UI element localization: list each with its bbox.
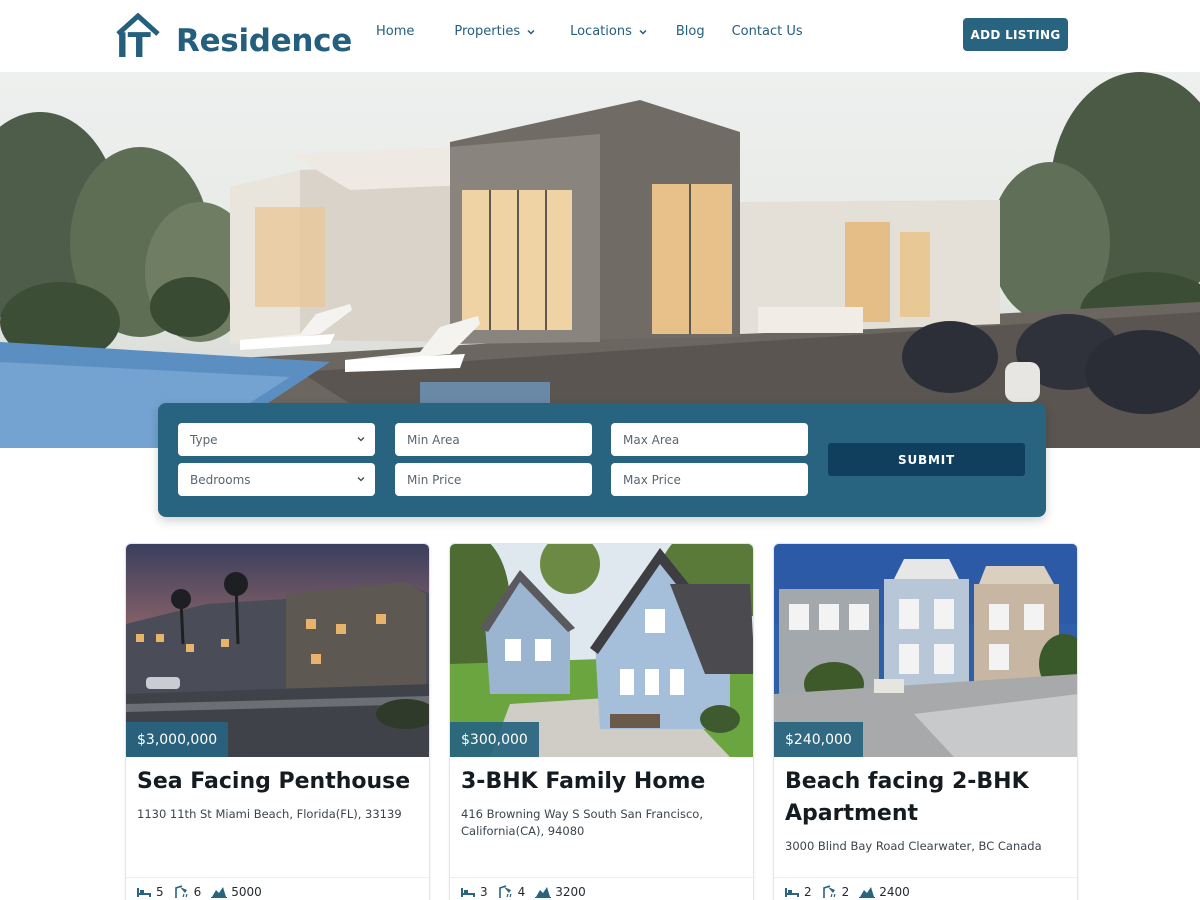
price-tag: $3,000,000 [126, 722, 229, 757]
area-chart-icon [211, 887, 228, 898]
bedrooms-select[interactable]: Bedrooms [178, 463, 375, 496]
hero-image [0, 72, 1200, 448]
listing-address: 3000 Blind Bay Road Clearwater, BC Canad… [785, 839, 1042, 853]
area-value: 5000 [231, 885, 262, 899]
chevron-down-icon [357, 437, 365, 442]
listing-photo: $300,000 [450, 544, 753, 757]
max-price-input[interactable]: Max Price [611, 463, 808, 496]
nav-item-label: Properties [454, 24, 521, 39]
listing-meta: 3 4 3200 [460, 885, 596, 899]
bed-icon [137, 888, 151, 897]
baths-count: 6 [174, 885, 202, 899]
brand-name: Residence [176, 23, 352, 59]
min-area-input[interactable]: Min Area [395, 423, 592, 456]
chevron-down-icon [357, 477, 365, 482]
area-value: 2400 [879, 885, 910, 899]
beds-count: 5 [136, 885, 164, 899]
property-search-form: Type Bedrooms Min Area Min Price Max Are… [158, 403, 1046, 517]
baths-value: 6 [193, 885, 202, 899]
price-tag: $240,000 [774, 722, 863, 757]
submit-button[interactable]: SUBMIT [828, 443, 1025, 476]
listing-address: 1130 11th St Miami Beach, Florida(FL), 3… [137, 807, 402, 821]
nav-item-label: Home [376, 24, 415, 39]
type-select[interactable]: Type [178, 423, 375, 456]
divider [774, 877, 1077, 878]
min-area-placeholder: Min Area [407, 432, 460, 447]
site-header: IT Residence Home Properties Locations B… [0, 0, 1200, 72]
nav-item-label: Contact Us [731, 24, 803, 39]
shower-icon [498, 885, 512, 898]
beds-count: 3 [460, 885, 488, 899]
nav-item-home[interactable]: Home [376, 24, 414, 39]
house-roof-icon: IT [114, 12, 164, 66]
main-nav: Home Properties Locations Blog Contact U… [376, 24, 803, 39]
logo-mark-text: IT [116, 26, 151, 66]
type-select-value: Type [190, 432, 218, 447]
add-listing-button[interactable]: ADD LISTING [963, 18, 1068, 51]
listing-meta: 5 6 5000 [136, 885, 272, 899]
listing-card[interactable]: $300,000 3-BHK Family Home 416 Browning … [449, 543, 754, 900]
listing-card[interactable]: $240,000 Beach facing 2-BHK Apartment 30… [773, 543, 1078, 900]
area-size: 5000 [211, 885, 262, 899]
chevron-down-icon [639, 29, 647, 35]
listing-meta: 2 2 2400 [784, 885, 920, 899]
bed-icon [785, 888, 799, 897]
divider [450, 877, 753, 878]
baths-count: 4 [498, 885, 526, 899]
listing-photo: $3,000,000 [126, 544, 429, 757]
beds-value: 5 [156, 885, 164, 899]
chevron-down-icon [527, 29, 535, 35]
area-size: 2400 [859, 885, 910, 899]
nav-item-label: Blog [675, 24, 705, 39]
nav-item-contact[interactable]: Contact Us [732, 24, 803, 39]
listing-address: 416 Browning Way S South San Francisco, … [461, 807, 703, 838]
shower-icon [174, 885, 188, 898]
nav-item-label: Locations [570, 24, 632, 39]
baths-count: 2 [822, 885, 850, 899]
max-area-placeholder: Max Area [623, 432, 680, 447]
brand-logo[interactable]: IT Residence [114, 6, 352, 66]
listing-photo: $240,000 [774, 544, 1077, 757]
baths-value: 4 [517, 885, 526, 899]
listing-title[interactable]: Beach facing 2-BHK Apartment [785, 766, 1070, 830]
nav-item-properties[interactable]: Properties [454, 24, 536, 39]
area-chart-icon [535, 887, 552, 898]
nav-item-blog[interactable]: Blog [676, 24, 705, 39]
beds-value: 3 [480, 885, 488, 899]
min-price-placeholder: Min Price [407, 472, 462, 487]
beds-count: 2 [784, 885, 812, 899]
max-price-placeholder: Max Price [623, 472, 681, 487]
max-area-input[interactable]: Max Area [611, 423, 808, 456]
listing-title[interactable]: 3-BHK Family Home [461, 766, 746, 798]
shower-icon [822, 885, 836, 898]
baths-value: 2 [841, 885, 850, 899]
area-value: 3200 [555, 885, 586, 899]
listing-title[interactable]: Sea Facing Penthouse [137, 766, 422, 798]
listing-card[interactable]: $3,000,000 Sea Facing Penthouse 1130 11t… [125, 543, 430, 900]
bed-icon [461, 888, 475, 897]
area-size: 3200 [535, 885, 586, 899]
price-tag: $300,000 [450, 722, 539, 757]
beds-value: 2 [804, 885, 812, 899]
area-chart-icon [859, 887, 876, 898]
bedrooms-select-value: Bedrooms [190, 472, 251, 487]
min-price-input[interactable]: Min Price [395, 463, 592, 496]
nav-item-locations[interactable]: Locations [570, 24, 648, 39]
divider [126, 877, 429, 878]
